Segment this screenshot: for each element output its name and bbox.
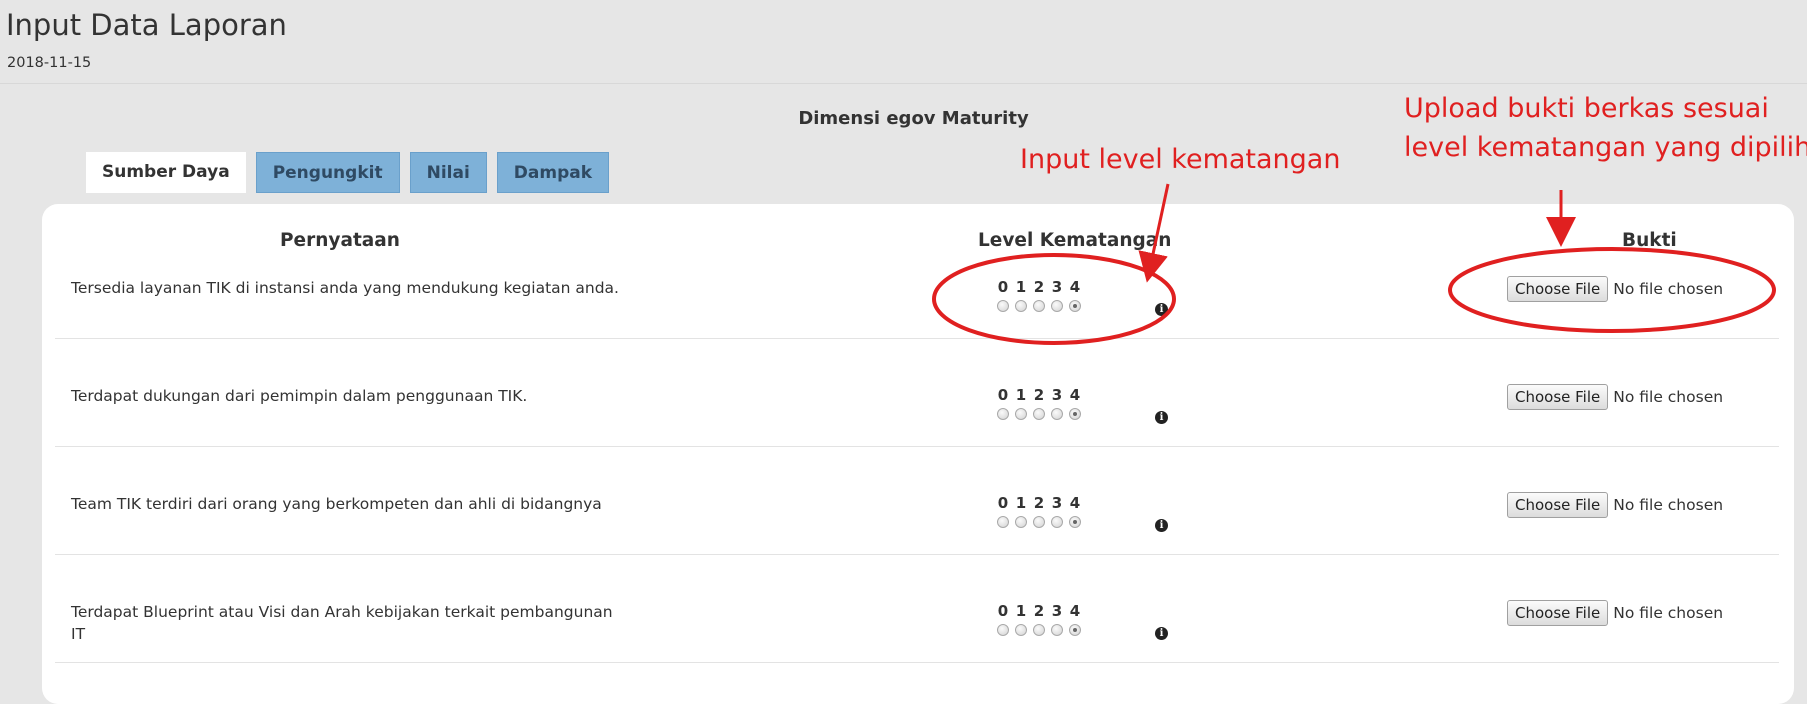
level-labels: 0 1 2 3 4 [994, 386, 1124, 404]
level-label: 4 [1069, 278, 1081, 296]
level-radio-0[interactable] [997, 516, 1009, 528]
level-radio-4[interactable] [1069, 408, 1081, 420]
choose-file-button[interactable]: Choose File [1507, 276, 1609, 302]
level-labels: 0 1 2 3 4 [994, 494, 1124, 512]
level-radio-4[interactable] [1069, 624, 1081, 636]
level-radio-0[interactable] [997, 300, 1009, 312]
level-labels: 0 1 2 3 4 [994, 602, 1124, 620]
choose-file-button[interactable]: Choose File [1507, 600, 1609, 626]
level-label: 4 [1069, 494, 1081, 512]
page-date: 2018-11-15 [7, 55, 92, 71]
statement-text: Terdapat dukungan dari pemimpin dalam pe… [71, 387, 528, 405]
statement-text: Terdapat Blueprint atau Visi dan Arah ke… [71, 603, 613, 643]
file-upload: Choose File No file chosen [1507, 384, 1723, 410]
level-radio-1[interactable] [1015, 300, 1027, 312]
annotation-upload-text-line2: level kematangan yang dipilih [1404, 132, 1807, 163]
level-label: 0 [997, 278, 1009, 296]
level-label: 1 [1015, 494, 1027, 512]
file-upload: Choose File No file chosen [1507, 600, 1723, 626]
file-upload: Choose File No file chosen [1507, 492, 1723, 518]
file-status: No file chosen [1613, 604, 1724, 622]
statement-text: Team TIK terdiri dari orang yang berkomp… [71, 495, 602, 513]
level-radio-1[interactable] [1015, 408, 1027, 420]
file-status: No file chosen [1613, 280, 1724, 298]
tab-pengungkit[interactable]: Pengungkit [255, 152, 400, 193]
annotation-upload-text-line1: Upload bukti berkas sesuai [1404, 93, 1769, 124]
page-title: Input Data Laporan [6, 8, 287, 42]
level-radio-group: 0 1 2 3 4 i [994, 386, 1168, 424]
table-row: Terdapat Blueprint atau Visi dan Arah ke… [55, 554, 1779, 663]
info-icon[interactable]: i [1155, 627, 1168, 640]
level-radio-4[interactable] [1069, 516, 1081, 528]
choose-file-button[interactable]: Choose File [1507, 492, 1609, 518]
annotation-level-text: Input level kematangan [1020, 144, 1341, 175]
level-label: 0 [997, 602, 1009, 620]
file-upload: Choose File No file chosen [1507, 276, 1723, 302]
level-radio-group: 0 1 2 3 4 i [994, 494, 1168, 532]
file-status: No file chosen [1613, 496, 1724, 514]
level-radio-1[interactable] [1015, 624, 1027, 636]
level-radio-3[interactable] [1051, 408, 1063, 420]
table-row: Team TIK terdiri dari orang yang berkomp… [55, 446, 1779, 555]
level-radio-1[interactable] [1015, 516, 1027, 528]
level-label: 1 [1015, 386, 1027, 404]
level-radio-2[interactable] [1033, 408, 1045, 420]
level-label: 1 [1015, 602, 1027, 620]
level-label: 2 [1033, 278, 1045, 296]
level-label: 1 [1015, 278, 1027, 296]
table-row: Tersedia layanan TIK di instansi anda ya… [55, 230, 1779, 339]
level-radio-4[interactable] [1069, 300, 1081, 312]
level-label: 2 [1033, 602, 1045, 620]
level-radio-group: 0 1 2 3 4 i [994, 278, 1168, 316]
tab-sumber-daya[interactable]: Sumber Daya [86, 152, 246, 193]
level-label: 2 [1033, 494, 1045, 512]
statement-text: Tersedia layanan TIK di instansi anda ya… [71, 279, 619, 297]
info-icon[interactable]: i [1155, 519, 1168, 532]
dimension-tabs: Sumber Daya Pengungkit Nilai Dampak [86, 152, 610, 193]
page-header: Input Data Laporan 2018-11-15 [0, 0, 1807, 84]
choose-file-button[interactable]: Choose File [1507, 384, 1609, 410]
level-radio-0[interactable] [997, 408, 1009, 420]
level-label: 3 [1051, 602, 1063, 620]
level-label: 3 [1051, 386, 1063, 404]
level-label: 4 [1069, 602, 1081, 620]
tab-nilai[interactable]: Nilai [409, 152, 487, 193]
table-row: Terdapat dukungan dari pemimpin dalam pe… [55, 338, 1779, 447]
level-radio-3[interactable] [1051, 516, 1063, 528]
level-radio-2[interactable] [1033, 516, 1045, 528]
level-radio-group: 0 1 2 3 4 i [994, 602, 1168, 640]
level-radio-2[interactable] [1033, 300, 1045, 312]
level-label: 4 [1069, 386, 1081, 404]
level-radio-3[interactable] [1051, 624, 1063, 636]
level-label: 2 [1033, 386, 1045, 404]
level-label: 3 [1051, 494, 1063, 512]
tab-dampak[interactable]: Dampak [496, 152, 610, 193]
info-icon[interactable]: i [1155, 411, 1168, 424]
level-label: 0 [997, 386, 1009, 404]
level-labels: 0 1 2 3 4 [994, 278, 1124, 296]
level-radio-3[interactable] [1051, 300, 1063, 312]
info-icon[interactable]: i [1155, 303, 1168, 316]
level-radio-2[interactable] [1033, 624, 1045, 636]
level-label: 0 [997, 494, 1009, 512]
file-status: No file chosen [1613, 388, 1724, 406]
level-radio-0[interactable] [997, 624, 1009, 636]
level-label: 3 [1051, 278, 1063, 296]
